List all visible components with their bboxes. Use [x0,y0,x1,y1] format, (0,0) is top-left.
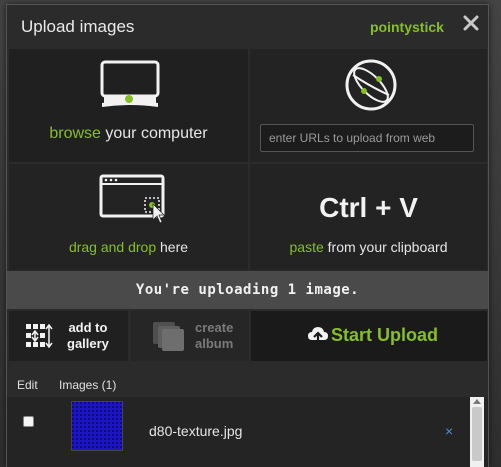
close-icon[interactable] [460,14,482,36]
dialog-title: Upload images [21,17,135,36]
cloud-upload-icon [308,327,328,344]
monitor-icon [100,60,160,107]
paste-rest: from your clipboard [323,239,448,255]
upload-status: You're uploading 1 image. [7,271,488,309]
create-album-label: create album [195,320,233,352]
gallery-arrows-icon [26,323,53,349]
add-to-gallery-line1: add to [68,320,108,335]
dialog-header: Upload images pointystick [7,5,488,49]
add-to-gallery-label: add to gallery [67,320,109,352]
drag-drop-tile[interactable]: drag and drop here [9,164,248,270]
globe-icon [345,59,397,111]
create-album-button[interactable]: create album [131,311,249,361]
column-edit: Edit [17,378,38,392]
remove-icon[interactable]: × [445,423,453,439]
url-upload-tile [250,49,487,162]
paste-label: paste from your clipboard [250,239,487,255]
paste-shortcut: Ctrl + V [319,192,418,223]
images-table-header: Edit Images (1) [7,373,488,397]
scroll-up-icon[interactable] [473,399,481,404]
browse-label-accent: browse [49,125,101,142]
drag-drop-rest: here [156,239,189,255]
paste-accent: paste [289,239,324,255]
drag-drop-accent: drag and drop [68,239,157,255]
browse-label: browse your computer [9,125,248,143]
album-stack-icon [153,322,184,351]
start-upload-label: Start Upload [331,325,439,345]
edit-checkbox[interactable] [23,416,34,427]
url-input[interactable] [260,124,474,152]
images-list: d80-texture.jpg × [7,397,488,467]
image-filename: d80-texture.jpg [149,423,243,439]
browse-computer-tile[interactable]: browse your computer [9,49,248,162]
add-to-gallery-button[interactable]: add to gallery [9,311,128,361]
start-upload-button[interactable]: Start Upload [251,311,487,361]
action-bar: add to gallery create album Start Upload [7,309,488,363]
browse-label-rest: your computer [100,125,208,142]
add-to-gallery-line2: gallery [67,336,109,351]
upload-dialog: Upload images pointystick browse your co… [6,4,489,467]
column-images: Images (1) [59,378,117,392]
scrollbar-thumb[interactable] [472,407,482,461]
create-album-line2: album [195,336,234,351]
create-album-line1: create [195,320,234,335]
drag-window-icon [99,174,165,224]
drag-drop-label: drag and drop here [9,239,248,255]
username-link[interactable]: pointystick [370,19,444,35]
paste-clipboard-tile: Ctrl + V paste from your clipboard [250,164,487,270]
list-scrollbar[interactable] [470,397,484,467]
image-thumbnail [71,401,123,451]
